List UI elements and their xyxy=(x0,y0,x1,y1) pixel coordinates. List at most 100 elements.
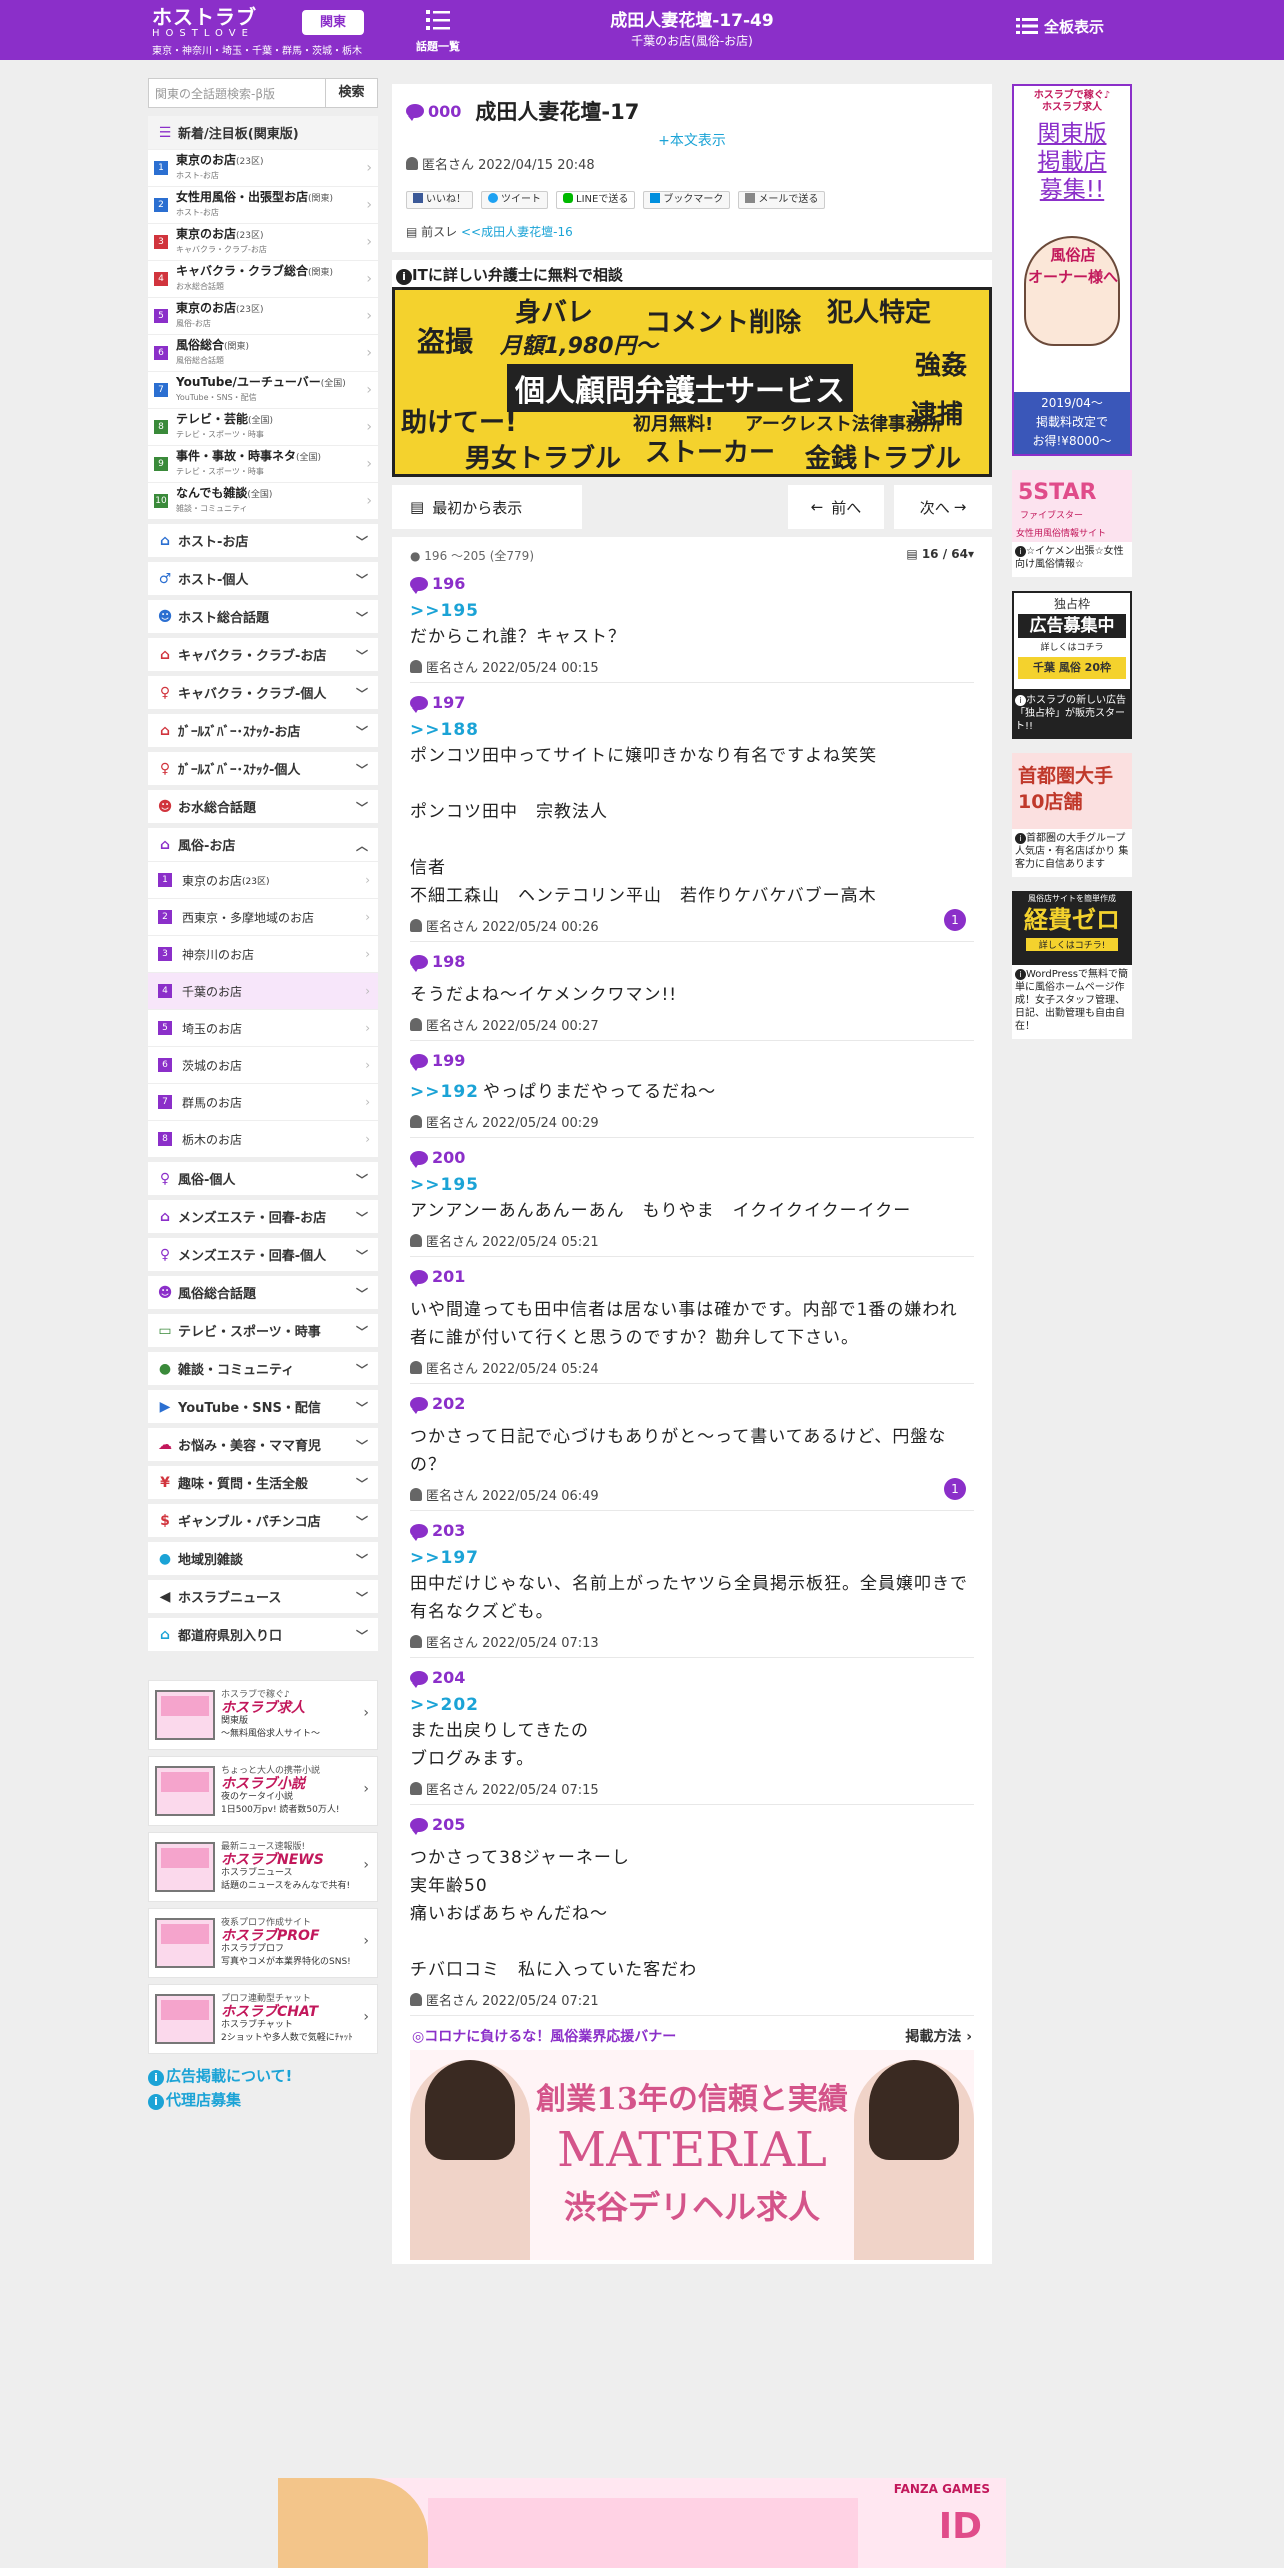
bookmark-button[interactable]: ブックマーク xyxy=(643,191,731,209)
category-header[interactable]: ☻ 風俗総合話題 ﹀ xyxy=(148,1276,378,1310)
ad-info-link[interactable]: i 広告掲載について! xyxy=(148,2064,378,2088)
reply-count-badge[interactable]: 1 xyxy=(944,909,966,931)
right-ad-major-group[interactable]: 首都圏大手 10店舗 i 首都圏の大手グループ 人気店・有名店ばかり 集客力に自信… xyxy=(1012,753,1132,877)
show-body-link[interactable]: +本文表示 xyxy=(406,130,978,150)
new-board-item[interactable]: 9 事件・事故・時事ネタ(全国) テレビ・スポーツ・時事 › xyxy=(148,446,378,483)
post-number[interactable]: 197 xyxy=(410,693,974,713)
category-header[interactable]: ⌂ キャバクラ・クラブ-お店 ﹀ xyxy=(148,638,378,672)
sub-board-item[interactable]: 2 西東京・多摩地域のお店 › xyxy=(148,899,378,936)
sub-board-item[interactable]: 7 群馬のお店 › xyxy=(148,1084,378,1121)
reply-count-badge[interactable]: 1 xyxy=(944,1478,966,1500)
show-from-first-button[interactable]: ▤ 最初から表示 xyxy=(392,485,582,529)
promo-banner[interactable]: ホスラブで稼ぐ♪ ホスラブ求人 関東版 〜無料風俗求人サイト〜 › xyxy=(148,1680,378,1750)
category-panel: ¥ 趣味・質問・生活全般 ﹀ xyxy=(148,1466,378,1500)
category-header[interactable]: ♂ ホスト-個人 ﹀ xyxy=(148,562,378,596)
right-ad-exclusive[interactable]: 独占枠 広告募集中 詳しくはコチラ 千葉 風俗 20枠 i ホスラブの新しい広告「… xyxy=(1012,591,1132,739)
category-header[interactable]: ● 雑談・コミュニティ ﹀ xyxy=(148,1352,378,1386)
post-number[interactable]: 203 xyxy=(410,1521,974,1541)
facebook-like-button[interactable]: いいね！ xyxy=(406,191,473,209)
reply-anchor[interactable]: >>188 xyxy=(410,720,974,740)
new-board-item[interactable]: 10 なんでも雑談(全国) 雑談・コミュニティ › xyxy=(148,483,378,520)
new-board-item[interactable]: 2 女性用風俗・出張型お店(関東) ホスト-お店 › xyxy=(148,187,378,224)
sub-board-item[interactable]: 5 埼玉のお店 › xyxy=(148,1010,378,1047)
line-button[interactable]: LINEで送る xyxy=(556,191,636,209)
search-button[interactable]: 検索 xyxy=(326,78,378,108)
person-icon: ♀ xyxy=(159,684,171,701)
right-ad-zero-cost[interactable]: 風俗店サイトを簡単作成 経費ゼロ 詳しくはコチラ! i WordPressで無料で… xyxy=(1012,891,1132,1039)
category-header[interactable]: ☁ お悩み・美容・ママ育児 ﹀ xyxy=(148,1428,378,1462)
category-header[interactable]: ☻ ホスト総合話題 ﹀ xyxy=(148,600,378,634)
category-header[interactable]: ◀ ホスラブニュース ﹀ xyxy=(148,1580,378,1614)
bottom-fixed-ad[interactable]: FANZA GAMES ID xyxy=(278,2478,1006,2568)
category-header[interactable]: ⌂ 都道府県別入り口 ﹀ xyxy=(148,1618,378,1652)
group-icon: ☻ xyxy=(157,1284,173,1301)
new-board-item[interactable]: 3 東京のお店(23区) キャバクラ・クラブ-お店 › xyxy=(148,224,378,261)
new-board-item[interactable]: 4 キャバクラ・クラブ総合(関東) お水総合話題 › xyxy=(148,261,378,298)
chevron-down-icon: ﹀ xyxy=(355,801,368,815)
post-number-text: 196 xyxy=(432,574,466,593)
category-header[interactable]: ● 地域別雑談 ﹀ xyxy=(148,1542,378,1576)
mail-button[interactable]: メールで送る xyxy=(738,191,826,209)
reply-anchor[interactable]: >>197 xyxy=(410,1548,974,1568)
category-header[interactable]: $ ギャンブル・パチンコ店 ﹀ xyxy=(148,1504,378,1538)
site-logo[interactable]: ホストラブ HOSTLOVE xyxy=(152,6,298,42)
promo-banner[interactable]: プロフ連動型チャット ホスラブCHAT ホスラブチャット 2ショットや多人数で気軽に… xyxy=(148,1984,378,2054)
promo-banner[interactable]: 夜系プロフ作成サイト ホスラブPROF ホスラブプロフ 写真やコメが本業界特化のSN… xyxy=(148,1908,378,1978)
all-boards-button[interactable]: 全板表示 xyxy=(1016,16,1104,37)
category-header[interactable]: ♀ ｶﾞｰﾙｽﾞﾊﾞｰ･ｽﾅｯｸ-個人 ﹀ xyxy=(148,752,378,786)
right-ad-recruit[interactable]: ホスラブで稼ぐ♪ ホスラブ求人 関東版 掲載店 募集!! 風俗店 オーナー様へ … xyxy=(1012,84,1132,456)
right-ad-5star[interactable]: 5STAR ファイブスター 女性用風俗情報サイト i ☆イケメン出張☆女性向け風俗… xyxy=(1012,470,1132,577)
new-board-item[interactable]: 1 東京のお店(23区) ホスト-お店 › xyxy=(148,150,378,187)
next-page-button[interactable]: 次へ → xyxy=(894,485,992,529)
topics-list-button[interactable]: 話題一覧 xyxy=(412,8,464,54)
new-board-item[interactable]: 6 風俗総合(関東) 風俗総合話題 › xyxy=(148,335,378,372)
board-number: 9 xyxy=(154,457,168,471)
page-selector[interactable]: ▤ 16 / 64▾ xyxy=(906,547,974,564)
sub-board-item[interactable]: 3 神奈川のお店 › xyxy=(148,936,378,973)
reply-anchor[interactable]: >>202 xyxy=(410,1695,974,1715)
lawyer-ad[interactable]: i ITに詳しい弁護士に無料で相談 身バレ コメント削除 犯人特定 盗撮 月額1,… xyxy=(392,260,992,477)
agency-link[interactable]: i 代理店募集 xyxy=(148,2088,378,2112)
post-number[interactable]: 204 xyxy=(410,1668,974,1688)
post-number[interactable]: 198 xyxy=(410,952,974,972)
tweet-button[interactable]: ツイート xyxy=(481,191,548,209)
sub-board-item[interactable]: 1 東京のお店 (23区) › xyxy=(148,862,378,899)
post-number[interactable]: 202 xyxy=(410,1394,974,1414)
post-number[interactable]: 201 xyxy=(410,1267,974,1287)
category-header[interactable]: ¥ 趣味・質問・生活全般 ﹀ xyxy=(148,1466,378,1500)
new-board-item[interactable]: 8 テレビ・芸能(全国) テレビ・スポーツ・時事 › xyxy=(148,409,378,446)
category-header[interactable]: ⌂ 風俗-お店 ︿ xyxy=(148,828,378,862)
sub-board-item[interactable]: 6 茨城のお店 › xyxy=(148,1047,378,1084)
support-link[interactable]: 掲載方法 › xyxy=(905,2026,972,2046)
category-header[interactable]: ⌂ ホスト-お店 ﹀ xyxy=(148,524,378,558)
category-header[interactable]: ♀ 風俗-個人 ﹀ xyxy=(148,1162,378,1196)
material-ad-banner[interactable]: 創業13年の信頼と実績 MATERIAL 渋谷デリヘル求人 xyxy=(410,2050,974,2260)
header-thread-subtitle[interactable]: 千葉のお店(風俗-お店) xyxy=(500,32,884,50)
category-header[interactable]: ☻ お水総合話題 ﹀ xyxy=(148,790,378,824)
ad-word: 強姦 xyxy=(915,351,968,381)
category-header[interactable]: ⌂ ｶﾞｰﾙｽﾞﾊﾞｰ･ｽﾅｯｸ-お店 ﹀ xyxy=(148,714,378,748)
category-header[interactable]: ▶ YouTube・SNS・配信 ﹀ xyxy=(148,1390,378,1424)
promo-banner[interactable]: ちょっと大人の携帯小説 ホスラブ小説 夜のケータイ小説 1日500万pv! 読者数5… xyxy=(148,1756,378,1826)
sub-board-item[interactable]: 8 栃木のお店 › xyxy=(148,1121,378,1158)
sub-board-item[interactable]: 4 千葉のお店 › xyxy=(148,973,378,1010)
previous-thread-link[interactable]: <<成田人妻花壇-16 xyxy=(461,225,573,239)
new-board-item[interactable]: 5 東京のお店(23区) 風俗-お店 › xyxy=(148,298,378,335)
lawyer-ad-banner[interactable]: 身バレ コメント削除 犯人特定 盗撮 月額1,980円〜 強姦 個人顧問弁護士サ… xyxy=(392,287,992,477)
post-number[interactable]: 196 xyxy=(410,574,974,594)
reply-anchor[interactable]: >>195 xyxy=(410,1175,974,1195)
search-input[interactable]: 関東の全話題検索-β版 xyxy=(148,78,326,108)
post-number[interactable]: 200 xyxy=(410,1148,974,1168)
category-header[interactable]: ▭ テレビ・スポーツ・時事 ﹀ xyxy=(148,1314,378,1348)
region-button[interactable]: 関東 xyxy=(302,10,364,35)
reply-anchor[interactable]: >>192 xyxy=(410,1082,479,1102)
post-number[interactable]: 199 xyxy=(410,1051,974,1071)
category-header[interactable]: ⌂ メンズエステ・回春-お店 ﹀ xyxy=(148,1200,378,1234)
new-board-item[interactable]: 7 YouTube/ユーチューバー(全国) YouTube・SNS・配信 › xyxy=(148,372,378,409)
post-number[interactable]: 205 xyxy=(410,1815,974,1835)
category-header[interactable]: ♀ キャバクラ・クラブ-個人 ﹀ xyxy=(148,676,378,710)
prev-page-button[interactable]: ← 前へ xyxy=(788,485,884,529)
promo-banner[interactable]: 最新ニュース速報版! ホスラブNEWS ホスラブニュース 話題のニュースをみんなで共… xyxy=(148,1832,378,1902)
category-header[interactable]: ♀ メンズエステ・回春-個人 ﹀ xyxy=(148,1238,378,1272)
reply-anchor[interactable]: >>195 xyxy=(410,601,974,621)
